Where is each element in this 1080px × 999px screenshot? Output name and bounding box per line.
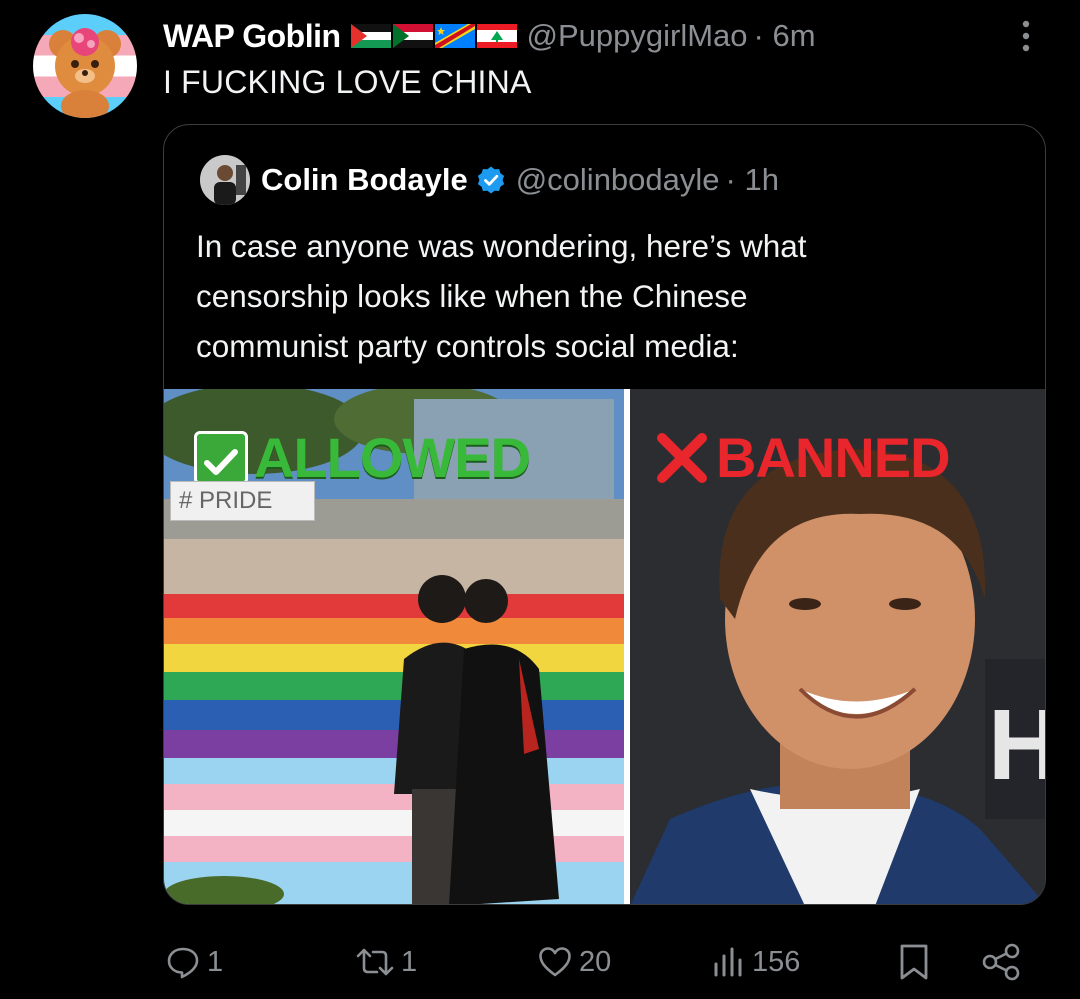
repost-count: 1 xyxy=(401,945,418,978)
post-header: WAP Goblin @PuppygirlMao · 6m xyxy=(163,12,816,60)
backdrop-text: HI xyxy=(988,689,1046,801)
quoted-text-line: communist party controls social media: xyxy=(196,328,739,364)
quoted-post-header: Colin Bodayle @colinbodayle · 1h xyxy=(261,155,779,205)
banned-label: BANNED xyxy=(656,425,951,490)
banned-text: BANNED xyxy=(716,426,951,489)
dr-congo-flag-icon xyxy=(434,24,475,48)
like-button[interactable]: 20 xyxy=(537,938,611,986)
quoted-author-handle[interactable]: @colinbodayle xyxy=(516,162,720,198)
views-count: 156 xyxy=(752,945,801,978)
heart-icon xyxy=(539,947,571,977)
quoted-post-card[interactable]: Colin Bodayle @colinbodayle · 1h In case… xyxy=(163,124,1046,905)
quoted-post-timestamp[interactable]: · 1h xyxy=(726,162,779,198)
share-button[interactable] xyxy=(980,938,1028,986)
quoted-author-avatar[interactable] xyxy=(200,155,250,205)
allowed-image-panel: ALLOWED # PRIDE xyxy=(164,389,624,904)
reply-button[interactable]: 1 xyxy=(165,938,223,986)
palestine-flag-icon xyxy=(350,24,391,48)
like-count: 20 xyxy=(579,945,612,978)
quoted-text-line: censorship looks like when the Chinese xyxy=(196,278,748,314)
post-action-bar: 1 1 20 156 xyxy=(0,938,1080,986)
post-timestamp[interactable]: · 6m xyxy=(754,18,816,54)
quoted-post-media[interactable]: ALLOWED # PRIDE HI xyxy=(164,389,1046,904)
banned-image-panel: HI BANNED xyxy=(630,389,1046,904)
person-photo-icon xyxy=(200,155,250,205)
author-handle[interactable]: @PuppygirlMao xyxy=(527,18,748,54)
views-button[interactable]: 156 xyxy=(710,938,800,986)
quoted-post-text: In case anyone was wondering, here’s wha… xyxy=(196,221,1016,371)
reply-count: 1 xyxy=(207,945,224,978)
views-chart-icon xyxy=(714,947,742,977)
repost-button[interactable]: 1 xyxy=(355,938,417,986)
check-mark-icon xyxy=(194,430,248,485)
repost-icon xyxy=(356,948,394,976)
flag-emoji-row xyxy=(350,24,517,48)
cross-mark-icon xyxy=(657,432,707,483)
reply-icon xyxy=(167,947,199,979)
share-icon xyxy=(982,943,1020,981)
post-text: I FUCKING LOVE CHINA xyxy=(163,64,532,100)
author-display-name[interactable]: WAP Goblin xyxy=(163,18,341,55)
verified-badge-icon xyxy=(477,166,504,194)
bookmark-button[interactable] xyxy=(896,938,938,986)
lebanon-flag-icon xyxy=(476,24,517,48)
pride-sign: # PRIDE xyxy=(170,481,315,521)
author-avatar[interactable] xyxy=(33,14,137,118)
quoted-author-name[interactable]: Colin Bodayle xyxy=(261,162,468,198)
quoted-text-line: In case anyone was wondering, here’s wha… xyxy=(196,228,807,264)
bookmark-icon xyxy=(900,944,928,980)
sudan-flag-icon xyxy=(392,24,433,48)
more-options-icon[interactable] xyxy=(1016,16,1036,56)
teddy-bear-icon xyxy=(49,28,121,118)
